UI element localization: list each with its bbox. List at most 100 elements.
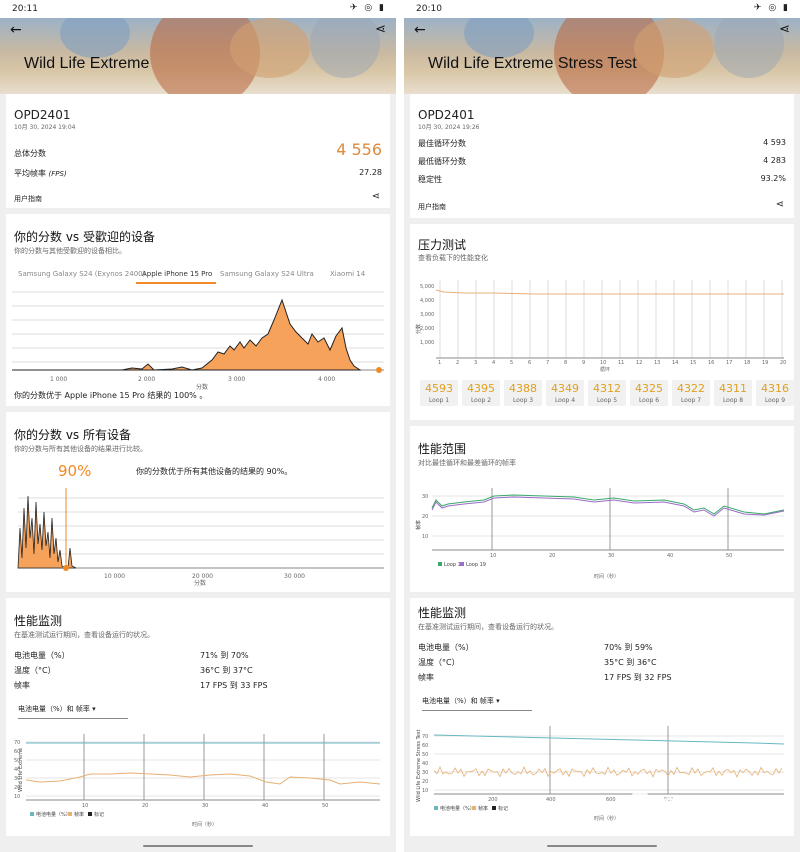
loop-score-box: 4311 Loop 8 [714, 380, 752, 406]
x-tick: 10 [490, 553, 496, 559]
x-tick: 5 [510, 360, 513, 366]
your-score-marker [63, 565, 69, 571]
compare-title: 你的分数 vs 受歡迎的设备 [14, 230, 155, 244]
y-tick: 50 [14, 758, 20, 764]
watermark-logo-icon [624, 792, 657, 824]
loop-score-value: 4311 [719, 382, 747, 395]
temp-value: 35°C 到 36°C [604, 658, 657, 667]
user-guide-link[interactable]: 用户指南 [14, 194, 42, 204]
x-tick: 10 000 [104, 573, 125, 580]
loop1-series [431, 494, 785, 515]
share-icon[interactable]: ⋖ [372, 191, 380, 202]
x-tick: 3 000 [228, 376, 245, 383]
loop-score-label: Loop 2 [470, 397, 492, 404]
y-tick: 20 [14, 785, 20, 791]
metric-dropdown[interactable]: 电池电量（%）和 帧率 ▾ [18, 704, 96, 714]
right-screen: 20:10 ✈ ◎ ▮ ← ⋖ Wild Life Extreme Stress… [404, 0, 800, 852]
status-time: 20:10 [416, 4, 442, 14]
device-name: OPD2401 [14, 108, 71, 122]
loop-score-box: 4312 Loop 5 [588, 380, 626, 406]
dropdown-underline [18, 718, 128, 719]
loop-score-value: 4395 [467, 382, 495, 395]
x-tick: 30 [608, 553, 614, 559]
loop-score-box: 4388 Loop 3 [504, 380, 542, 406]
share-icon[interactable]: ⋖ [776, 199, 784, 210]
all-devices-card: 你的分数 vs 所有设备 你的分数与所有其他设备的结果进行比较。 90% 你的分… [6, 412, 390, 592]
avg-fps-label: 平均帧率 [14, 169, 46, 178]
header-banner: ← ⋖ Wild Life Extreme [0, 18, 396, 94]
overall-score-label: 总体分数 [14, 149, 46, 158]
x-tick: 1 [438, 360, 441, 366]
legend-battery: 电池电量（%） [440, 805, 475, 812]
status-bar: 20:11 ✈ ◎ ▮ [0, 0, 396, 18]
overall-score-row: 总体分数 4 556 [14, 140, 382, 159]
x-axis-label: 时间（秒） [594, 573, 619, 580]
tab-samsung-s24-ultra[interactable]: Samsung Galaxy S24 Ultra [220, 270, 314, 278]
x-tick: 4 000 [318, 376, 335, 383]
range-chart: 帧率 30 20 10 10 20 30 40 50 Loop 1 Loop 1… [415, 488, 785, 580]
back-arrow-icon[interactable]: ← [414, 22, 426, 38]
home-indicator[interactable] [547, 845, 657, 847]
x-tick: 6 [528, 360, 531, 366]
loop-score-label: Loop 4 [554, 397, 576, 404]
metric-dropdown[interactable]: 电池电量（%）和 帧率 ▾ [422, 696, 500, 706]
tab-xiaomi-14[interactable]: Xiaomi 14 [330, 270, 365, 278]
legend-fps: 帧率 [74, 811, 84, 818]
x-tick: 50 [322, 803, 328, 809]
perf-chart: Wild Life Extreme 70 60 50 40 30 20 10 1… [14, 734, 381, 828]
x-tick: 12 [636, 360, 642, 366]
overall-score-value: 4 556 [336, 140, 382, 159]
score-card: OPD2401 10月 30, 2024 19:04 总体分数 4 556 平均… [6, 94, 390, 208]
chevron-down-icon: ▾ [496, 697, 500, 705]
x-axis-label: 分数 [196, 383, 208, 390]
loop-score-value: 4316 [761, 382, 789, 395]
y-tick: 40 [422, 761, 428, 767]
dropdown-label: 电池电量（%）和 帧率 [18, 705, 90, 713]
loop-score-label: Loop 1 [428, 397, 450, 404]
y-tick: 10 [422, 534, 428, 540]
y-tick: 1,000 [420, 340, 434, 346]
x-tick: 14 [672, 360, 678, 366]
loop-score-value: 4325 [635, 382, 663, 395]
best-loop-row: 最佳循环分数 4 593 [418, 138, 786, 149]
x-tick: 10 [82, 803, 88, 809]
tab-iphone-15-pro[interactable]: Apple iPhone 15 Pro [142, 270, 212, 278]
legend-fps: 帧率 [478, 805, 488, 812]
y-tick: 5,000 [420, 284, 434, 290]
loop-score-label: Loop 9 [764, 397, 786, 404]
x-tick: 1 000 [50, 376, 67, 383]
loop-score-value: 4312 [593, 382, 621, 395]
worst-loop-label: 最低循环分数 [418, 157, 466, 166]
legend-battery: 电池电量（%） [36, 811, 71, 818]
x-axis-label: 时间（秒） [192, 821, 217, 828]
stability-value: 93.2% [760, 174, 786, 183]
percentile-value: 90% [58, 462, 92, 480]
stress-chart: 分数 5,000 4,000 3,000 2,000 1,000 1234567… [415, 280, 786, 372]
watermark-url: www.oppojia.com [712, 824, 774, 832]
x-tick: 3 [474, 360, 477, 366]
test-date: 10月 30, 2024 19:04 [14, 124, 76, 131]
user-guide-link[interactable]: 用户指南 [418, 202, 446, 212]
x-tick: 20 [142, 803, 148, 809]
y-tick: 70 [14, 740, 20, 746]
temp-value: 36°C 到 37°C [200, 666, 253, 675]
x-tick: 20 000 [192, 573, 213, 580]
x-tick: 13 [654, 360, 660, 366]
home-indicator[interactable] [143, 845, 253, 847]
battery-value: 71% 到 70% [200, 651, 249, 660]
legend-loop19: Loop 19 [466, 562, 486, 568]
share-icon[interactable]: ⋖ [375, 22, 386, 37]
x-tick: 2 000 [138, 376, 155, 383]
share-icon[interactable]: ⋖ [779, 22, 790, 37]
all-devices-title: 你的分数 vs 所有设备 [14, 428, 131, 442]
battery-value: 70% 到 59% [604, 643, 653, 652]
distribution-chart: 1 000 2 000 3 000 4 000 分数 [12, 291, 384, 390]
x-tick: 10 [600, 360, 606, 366]
y-tick: 30 [422, 770, 428, 776]
your-score-marker [376, 367, 382, 373]
x-axis-label: 循环 [600, 366, 610, 372]
y-tick: 20 [422, 779, 428, 785]
tab-samsung-s24-exynos[interactable]: Samsung Galaxy S24 (Exynos 2400) [18, 270, 145, 278]
back-arrow-icon[interactable]: ← [10, 22, 22, 38]
y-tick: 60 [422, 743, 428, 749]
